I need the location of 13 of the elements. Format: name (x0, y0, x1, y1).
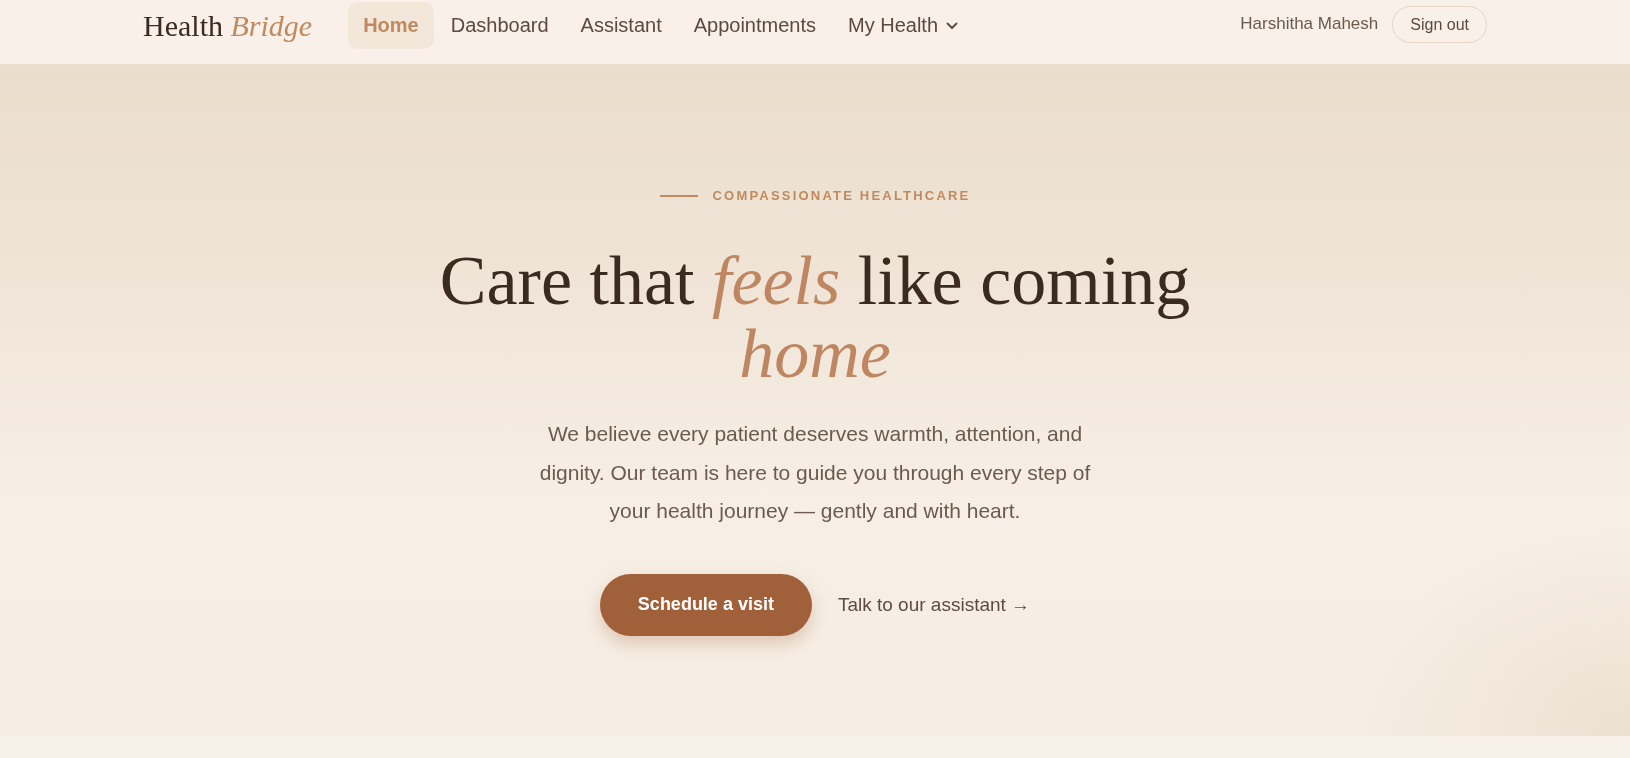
assistant-link[interactable]: Talk to our assistant → (837, 593, 1031, 616)
logo[interactable]: Health Bridge (143, 8, 313, 44)
hero-description: We believe every patient deserves warmth, attention, and dignity. Our team is here to guide you through every step of your health journey — gently and with heart. (538, 421, 1092, 524)
nav-link[interactable]: Appointments (678, 2, 831, 49)
nav-link[interactable]: Dashboard (435, 2, 564, 49)
chevron-down-icon (946, 21, 959, 30)
user-name: Harshitha Mahesh (1240, 14, 1379, 34)
hero-heading: Care that feels like coming home (438, 244, 1192, 390)
accent-line (659, 195, 698, 197)
nav-link[interactable]: Assistant (565, 2, 677, 49)
nav-link[interactable]: My Health (833, 2, 974, 49)
eyebrow-label: COMPASSIONATE HEALTHCARE (712, 187, 971, 205)
schedule-button[interactable]: Schedule a visit (599, 573, 812, 636)
